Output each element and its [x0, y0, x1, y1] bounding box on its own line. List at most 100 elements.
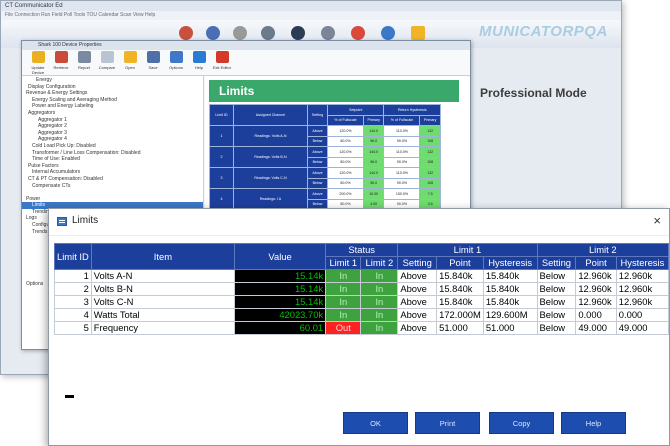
toolbar-icon-1[interactable]: [179, 26, 193, 40]
mini-value[interactable]: 90.0%: [383, 135, 421, 147]
l2-hysteresis-cell: 12.960k: [615, 269, 669, 283]
l2-setting-cell: Below: [536, 269, 577, 283]
app-title: CT Communicator Ed: [1, 1, 621, 11]
toolbar-icon-8[interactable]: [381, 26, 395, 40]
status-limit-2-cell: In: [360, 269, 399, 283]
mini-value[interactable]: 96.0: [362, 135, 385, 147]
l2-hysteresis-cell: 12.960k: [615, 295, 669, 309]
mini-channel[interactable]: Readings: Volts C-N: [233, 167, 308, 189]
mini-setting: Above: [307, 146, 328, 158]
mini-value[interactable]: 96.0: [362, 177, 385, 189]
table-row[interactable]: 3 Volts C-N 15.14k In In Above 15.840k 15.840k B…: [54, 295, 669, 309]
l1-point-cell: 51.000: [436, 321, 484, 335]
l1-setting-cell: Above: [397, 308, 438, 322]
table-row[interactable]: 1 Volts A-N 15.14k In In Above 15.840k 15.840k B…: [54, 269, 669, 283]
mini-value[interactable]: 108: [419, 177, 441, 189]
tree-item[interactable]: Energy Scaling and Averaging Method: [22, 97, 203, 104]
l2-point-cell: 12.960k: [575, 282, 617, 296]
mini-channel[interactable]: Readings: I A: [233, 188, 308, 210]
tree-item[interactable]: [22, 189, 203, 196]
mini-value[interactable]: 7.5: [419, 188, 441, 200]
tree-item[interactable]: Aggregator 1: [22, 117, 203, 124]
header-l2-point: Point: [575, 256, 617, 270]
mini-value[interactable]: 200.0%: [327, 188, 364, 200]
app-menu-bar[interactable]: File Connection Run Field Poll Tools TOU…: [1, 11, 621, 20]
mini-value[interactable]: 144.0: [362, 146, 385, 158]
tree-item[interactable]: Power and Energy Labeling: [22, 103, 203, 110]
mini-value[interactable]: 132: [419, 125, 441, 137]
copy-button[interactable]: Copy: [489, 412, 554, 434]
mini-value[interactable]: 120.0%: [327, 167, 364, 179]
toolbar-icon-2[interactable]: [206, 26, 220, 40]
close-icon[interactable]: ×: [653, 213, 661, 228]
mini-value[interactable]: 120.0%: [327, 146, 364, 158]
tree-item[interactable]: Display Configuration: [22, 84, 203, 91]
warning-icon[interactable]: [411, 26, 425, 40]
mini-value[interactable]: 110.0%: [383, 125, 421, 137]
mini-value[interactable]: 96.0: [362, 156, 385, 168]
mini-value[interactable]: 144.0: [362, 125, 385, 137]
l2-setting-cell: Below: [536, 308, 577, 322]
mini-value[interactable]: 108: [419, 135, 441, 147]
tree-item[interactable]: Compensate CTs: [22, 183, 203, 190]
mini-value[interactable]: 150.0%: [383, 188, 421, 200]
tree-item[interactable]: Aggregator 4: [22, 136, 203, 143]
l2-point-cell: 0.000: [575, 308, 617, 322]
mini-value[interactable]: 108: [419, 156, 441, 168]
mini-value[interactable]: 90.0%: [383, 177, 421, 189]
l2-hysteresis-cell: 12.960k: [615, 282, 669, 296]
toolbar-icon-7[interactable]: [351, 26, 365, 40]
status-limit-1-cell: In: [325, 308, 362, 322]
mini-value[interactable]: 110.0%: [383, 146, 421, 158]
l1-setting-cell: Above: [397, 282, 438, 296]
l1-setting-cell: Above: [397, 295, 438, 309]
mini-value[interactable]: 120.0%: [327, 125, 364, 137]
tree-item[interactable]: Time of Use: Enabled: [22, 156, 203, 163]
mini-channel[interactable]: Readings: Volts B-N: [233, 146, 308, 168]
brand-logo: MUNICATORPQA: [479, 23, 608, 40]
tree-item[interactable]: Revenue & Energy Settings: [22, 90, 203, 97]
tree-item[interactable]: Aggregator 2: [22, 123, 203, 130]
l1-point-cell: 15.840k: [436, 269, 484, 283]
mini-value[interactable]: 80.0%: [327, 135, 364, 147]
mini-value[interactable]: 132: [419, 167, 441, 179]
l2-hysteresis-cell: 0.000: [615, 308, 669, 322]
mode-label: Professional Mode: [480, 86, 587, 100]
toolbar-icon-3[interactable]: [233, 26, 247, 40]
table-row[interactable]: 4 Watts Total 42023.70k In In Above 172.000M 12…: [54, 308, 669, 322]
limit-id-cell: 2: [54, 282, 92, 296]
status-limit-1-cell: In: [325, 269, 362, 283]
mini-value[interactable]: 132: [419, 146, 441, 158]
mini-limit-id: 1: [209, 125, 234, 147]
mini-value[interactable]: 80.0%: [327, 156, 364, 168]
tree-item[interactable]: CT & PT Compensation: Disabled: [22, 176, 203, 183]
l1-point-cell: 15.840k: [436, 282, 484, 296]
tree-item[interactable]: Pulse Factors: [22, 163, 203, 170]
toolbar-icon-4[interactable]: [261, 26, 275, 40]
toolbar-icon-6[interactable]: [321, 26, 335, 40]
tree-item[interactable]: Internal Accumulators: [22, 169, 203, 176]
tree-item[interactable]: Aggregators: [22, 110, 203, 117]
l1-setting-cell: Above: [397, 269, 438, 283]
tree-item[interactable]: Transformer / Line Loss Compensation: Di…: [22, 150, 203, 157]
device-toolbar: Update Device Retrieve Report Compare Open Sa…: [22, 50, 470, 76]
toolbar-button-icon: [100, 51, 114, 63]
help-button[interactable]: Help: [561, 412, 626, 434]
toolbar-icon-5[interactable]: [291, 26, 305, 40]
header-status-limit-1: Limit 1: [325, 256, 362, 270]
mini-value[interactable]: 90.0%: [383, 156, 421, 168]
toolbar-button-8[interactable]: Exit Editor: [209, 51, 235, 70]
tree-item[interactable]: Energy: [22, 77, 203, 84]
table-row[interactable]: 2 Volts B-N 15.14k In In Above 15.840k 15.840k B…: [54, 282, 669, 296]
ok-button[interactable]: OK: [343, 412, 408, 434]
mini-value[interactable]: 80.0%: [327, 177, 364, 189]
tree-item[interactable]: Cold Load Pick Up: Disabled: [22, 143, 203, 150]
mini-value[interactable]: 144.0: [362, 167, 385, 179]
tree-item[interactable]: Aggregator 3: [22, 130, 203, 137]
mini-channel[interactable]: Readings: Volts A-N: [233, 125, 308, 147]
table-row[interactable]: 5 Frequency 60.01 Out In Above 51.000 51.000 Bel…: [54, 321, 669, 335]
mini-value[interactable]: 10.00: [362, 188, 385, 200]
tree-item[interactable]: Power: [22, 196, 203, 203]
print-button[interactable]: Print: [415, 412, 480, 434]
mini-value[interactable]: 110.0%: [383, 167, 421, 179]
